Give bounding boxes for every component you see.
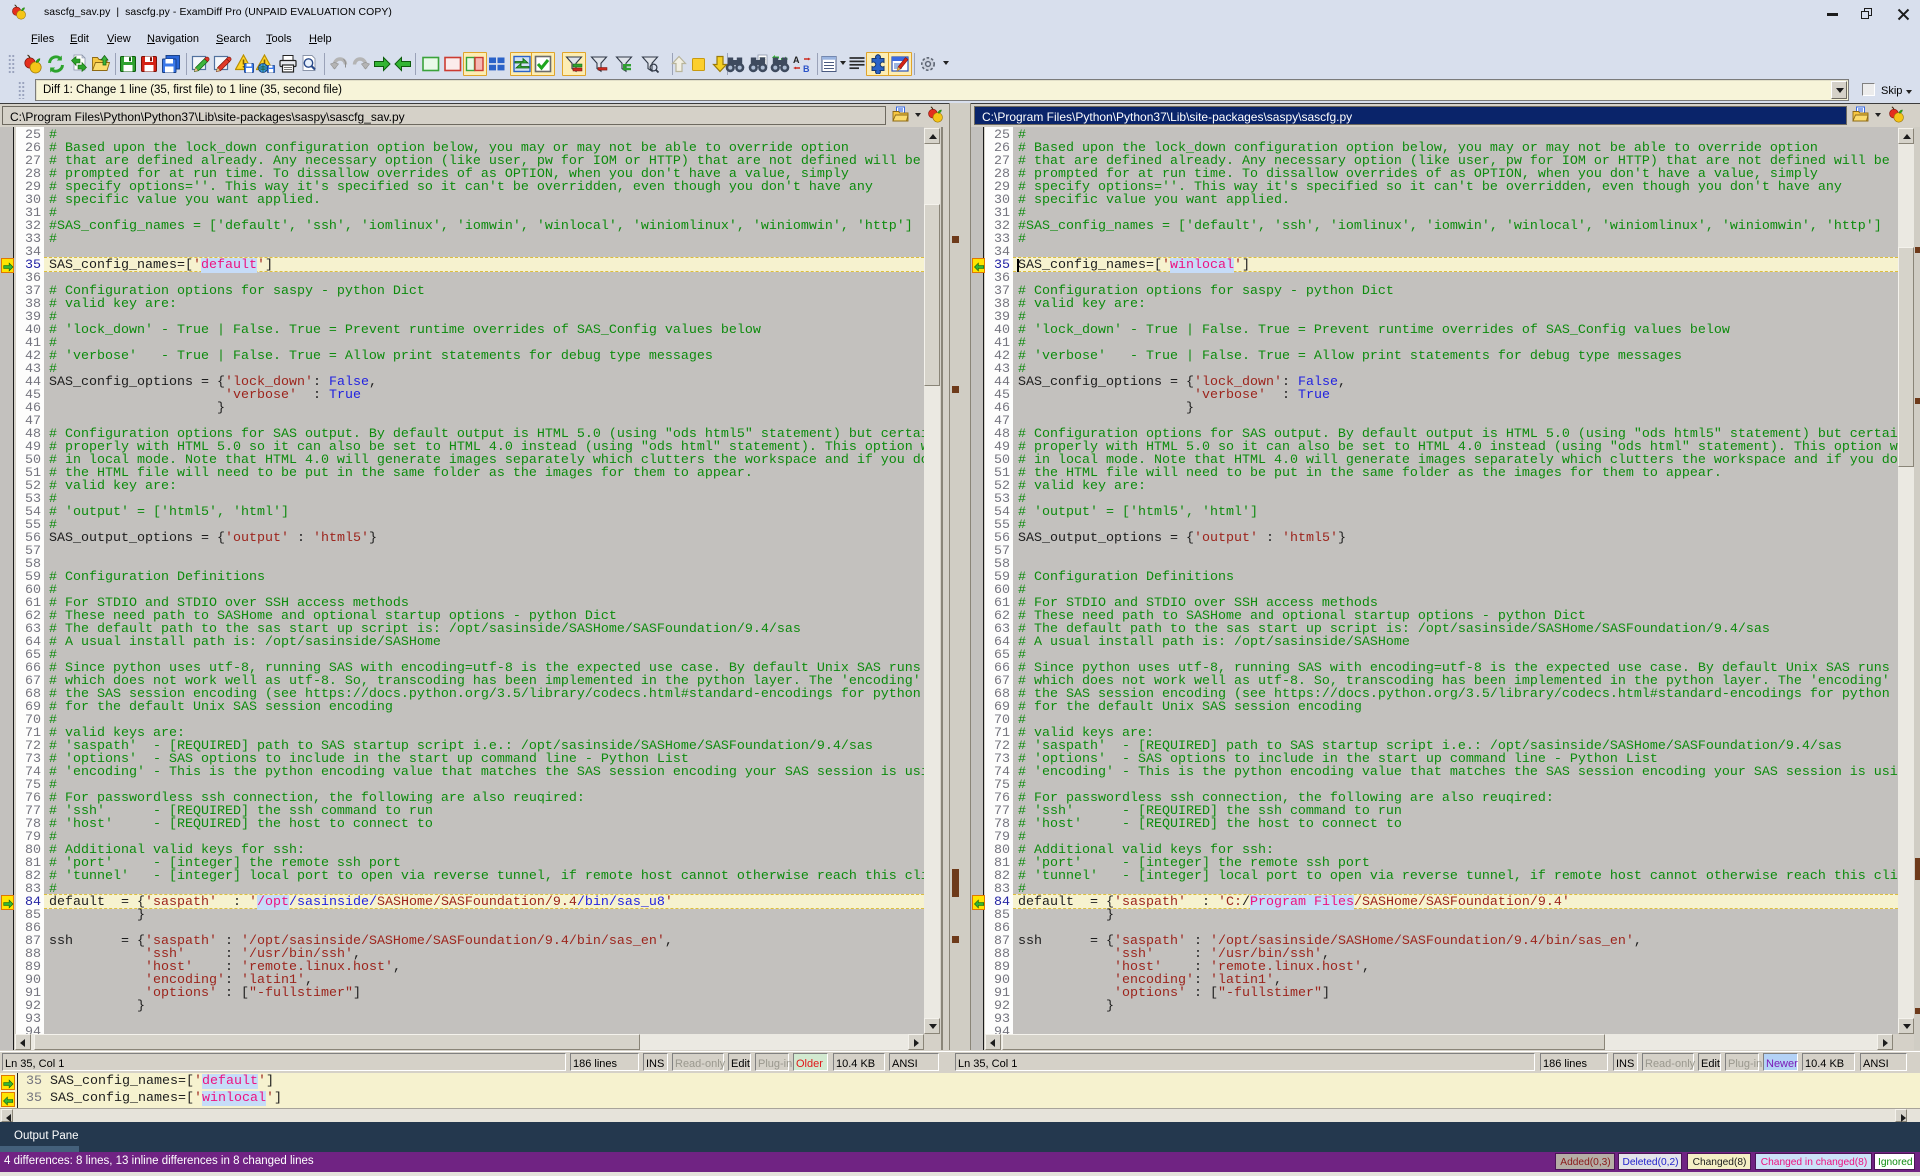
svg-text:B: B [803, 64, 810, 74]
svg-text:A: A [793, 55, 800, 65]
